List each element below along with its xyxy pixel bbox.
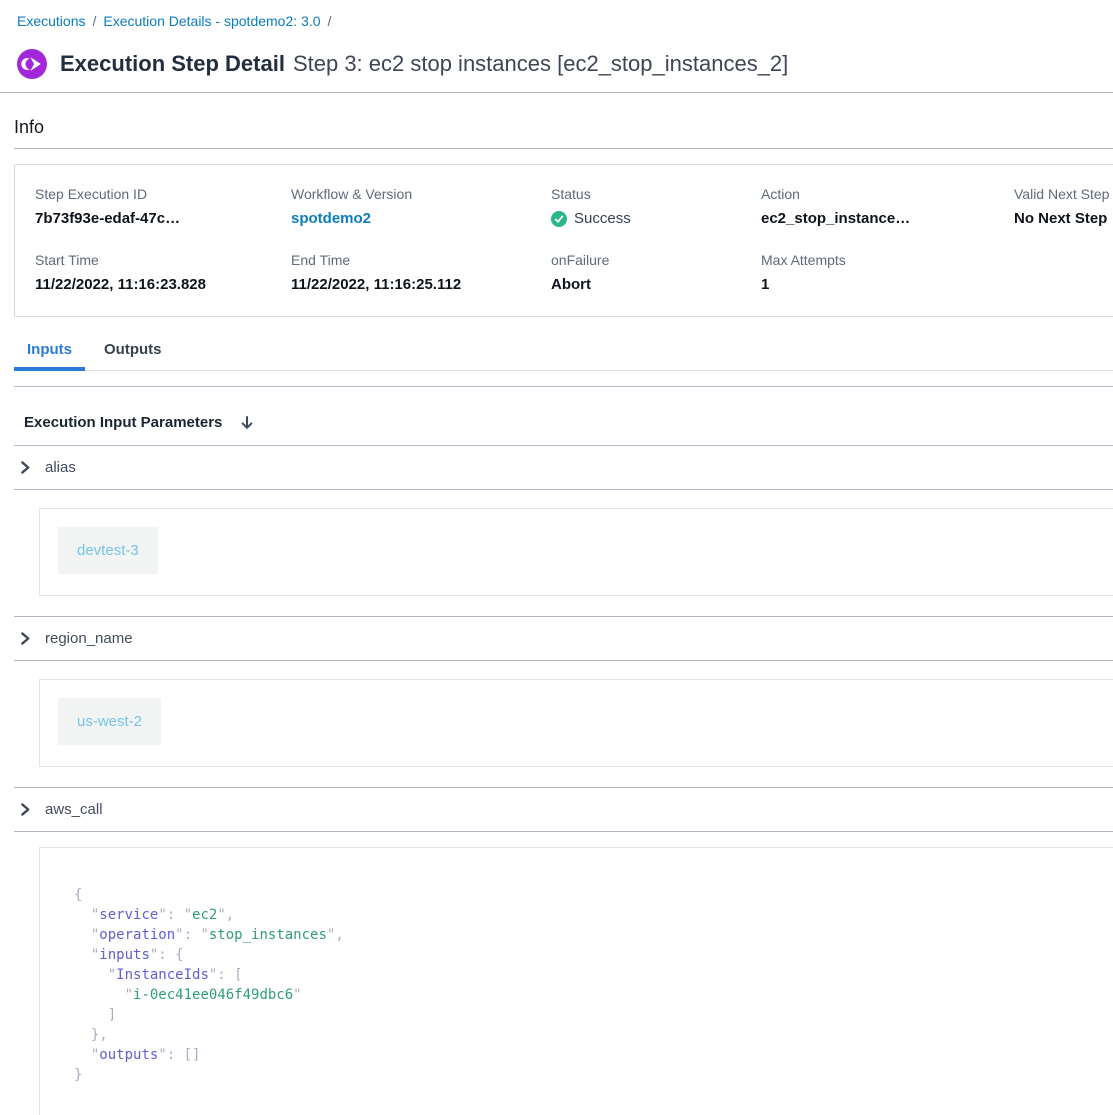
chevron-right-icon[interactable]: [20, 631, 31, 646]
info-heading: Info: [14, 117, 1113, 138]
breadcrumb-separator: /: [92, 13, 96, 29]
success-check-icon: [551, 211, 567, 227]
param-name-alias: alias: [45, 459, 76, 476]
param-name-aws-call: aws_call: [45, 801, 103, 818]
arrow-down-icon[interactable]: [239, 415, 255, 431]
field-value: 11/22/2022, 11:16:25.112: [291, 276, 551, 293]
tab-inputs[interactable]: Inputs: [14, 338, 85, 371]
field-label: Max Attempts: [761, 252, 1014, 268]
field-workflow-version: Workflow & Version spotdemo2: [291, 186, 551, 227]
field-value: No Next Step: [1014, 210, 1113, 227]
field-label: Start Time: [35, 252, 291, 268]
chevron-right-icon[interactable]: [20, 460, 31, 475]
field-label: Status: [551, 186, 761, 202]
field-status: Status Success: [551, 186, 761, 227]
param-value-chip-alias: devtest-3: [58, 527, 158, 574]
field-end-time: End Time 11/22/2022, 11:16:25.112: [291, 252, 551, 293]
breadcrumb: Executions / Execution Details - spotdemo2…: [0, 0, 1113, 31]
field-label: Step Execution ID: [35, 186, 291, 202]
tabs: Inputs Outputs: [14, 338, 1113, 371]
page-subtitle: Step 3: ec2 stop instances [ec2_stop_ins…: [293, 51, 788, 76]
workflow-logo-icon: [17, 49, 47, 79]
field-onfailure: onFailure Abort: [551, 252, 761, 293]
param-content-region-name: us-west-2: [39, 679, 1113, 767]
info-card: Step Execution ID 7b73f93e-edaf-47c… Wor…: [14, 164, 1113, 317]
page-title: Execution Step Detail: [60, 51, 285, 76]
status-badge: Success: [551, 210, 761, 227]
tabs-baseline: [14, 370, 1113, 371]
breadcrumb-separator: /: [328, 13, 332, 29]
field-step-execution-id: Step Execution ID 7b73f93e-edaf-47c…: [35, 186, 291, 227]
chevron-right-icon[interactable]: [20, 802, 31, 817]
header-divider: [0, 92, 1113, 93]
params-header: Execution Input Parameters: [0, 401, 1113, 445]
field-label: Action: [761, 186, 1014, 202]
page-header: Execution Step Detail Step 3: ec2 stop in…: [17, 48, 1113, 80]
status-text: Success: [574, 210, 631, 227]
params-header-label: Execution Input Parameters: [24, 414, 222, 431]
field-label: Workflow & Version: [291, 186, 551, 202]
param-value-chip-region-name: us-west-2: [58, 698, 161, 745]
workflow-link[interactable]: spotdemo2: [291, 210, 551, 227]
param-row-region-name[interactable]: region_name: [0, 617, 1113, 660]
param-content-aws-call: { "service": "ec2", "operation": "stop_i…: [39, 847, 1113, 1115]
field-start-time: Start Time 11/22/2022, 11:16:23.828: [35, 252, 291, 293]
breadcrumb-link-executions[interactable]: Executions: [17, 13, 85, 29]
aws-call-code: { "service": "ec2", "operation": "stop_i…: [74, 885, 1113, 1085]
field-label: Valid Next Step: [1014, 186, 1113, 202]
field-max-attempts: Max Attempts 1: [761, 252, 1014, 293]
param-content-alias: devtest-3: [39, 508, 1113, 596]
field-label: End Time: [291, 252, 551, 268]
param-row-aws-call[interactable]: aws_call: [0, 788, 1113, 831]
field-value: 7b73f93e-edaf-47c…: [35, 210, 291, 227]
param-name-region-name: region_name: [45, 630, 133, 647]
breadcrumb-link-execution-details[interactable]: Execution Details - spotdemo2: 3.0: [103, 13, 320, 29]
info-divider: [14, 148, 1113, 149]
field-value: ec2_stop_instance…: [761, 210, 1014, 227]
param-row-alias[interactable]: alias: [0, 446, 1113, 489]
field-value: Abort: [551, 276, 761, 293]
field-action: Action ec2_stop_instance…: [761, 186, 1014, 227]
field-label: onFailure: [551, 252, 761, 268]
field-valid-next-step: Valid Next Step No Next Step: [1014, 186, 1113, 227]
field-value: 1: [761, 276, 1014, 293]
field-value: 11/22/2022, 11:16:23.828: [35, 276, 291, 293]
row-divider: [14, 831, 1113, 832]
row-divider: [14, 489, 1113, 490]
section-divider: [14, 386, 1113, 387]
tab-outputs[interactable]: Outputs: [91, 338, 175, 371]
row-divider: [14, 660, 1113, 661]
